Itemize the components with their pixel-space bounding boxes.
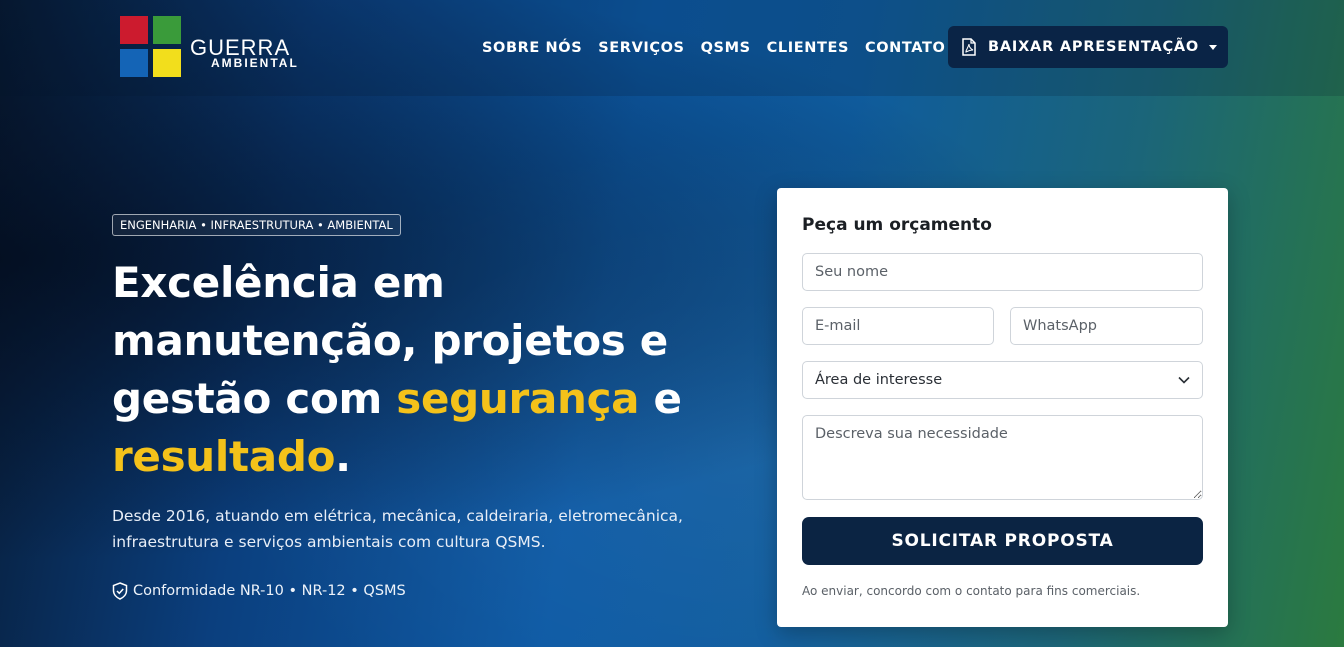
- nav-link-contato[interactable]: CONTATO: [865, 38, 945, 58]
- interest-area-select[interactable]: Área de interesse: [802, 361, 1203, 399]
- interest-area-selected: Área de interesse: [815, 372, 943, 388]
- logo-squares-icon: [119, 15, 182, 78]
- download-presentation-button[interactable]: BAIXAR APRESENTAÇÃO: [948, 26, 1228, 68]
- site-header: GUERRA AMBIENTAL SOBRE NÓS SERVIÇOS QSMS…: [0, 0, 1344, 96]
- request-proposal-button[interactable]: SOLICITAR PROPOSTA: [802, 517, 1203, 565]
- quote-form-card: Peça um orçamento Área de interesse SOLI…: [777, 188, 1228, 627]
- form-title: Peça um orçamento: [802, 215, 992, 235]
- headline-highlight-seguranca: segurança: [396, 374, 640, 423]
- need-description-textarea[interactable]: [802, 415, 1203, 500]
- hero-headline: Excelência em manutenção, projetos e ges…: [112, 254, 752, 486]
- email-input[interactable]: [802, 307, 994, 345]
- compliance-line: Conformidade NR-10 • NR-12 • QSMS: [112, 580, 406, 602]
- shield-check-icon: [112, 582, 128, 600]
- download-presentation-label: BAIXAR APRESENTAÇÃO: [988, 39, 1200, 55]
- nav-link-sobre-nos[interactable]: SOBRE NÓS: [482, 38, 582, 58]
- nav-link-clientes[interactable]: CLIENTES: [767, 38, 849, 58]
- chevron-down-icon: [1209, 44, 1218, 50]
- consent-note: Ao enviar, concordo com o contato para f…: [802, 584, 1141, 598]
- brand-logo[interactable]: GUERRA AMBIENTAL: [119, 15, 309, 79]
- whatsapp-input[interactable]: [1010, 307, 1203, 345]
- main-nav: SOBRE NÓS SERVIÇOS QSMS CLIENTES CONTATO: [482, 38, 945, 58]
- pdf-file-icon: [962, 38, 976, 56]
- logo-green-square: [153, 16, 181, 44]
- nav-link-qsms[interactable]: QSMS: [701, 38, 751, 58]
- compliance-text: Conformidade NR-10 • NR-12 • QSMS: [133, 583, 406, 599]
- name-input[interactable]: [802, 253, 1203, 291]
- headline-highlight-resultado: resultado: [112, 432, 336, 481]
- logo-yellow-square: [153, 49, 181, 77]
- headline-period: .: [335, 432, 351, 481]
- logo-red-square: [120, 16, 148, 44]
- chevron-down-icon: [1178, 376, 1190, 384]
- logo-blue-square: [120, 49, 148, 77]
- hero-tagline-badge: ENGENHARIA • INFRAESTRUTURA • AMBIENTAL: [112, 214, 401, 236]
- headline-text-2: e: [639, 374, 682, 423]
- nav-link-servicos[interactable]: SERVIÇOS: [598, 38, 684, 58]
- hero-subtitle: Desde 2016, atuando em elétrica, mecânic…: [112, 507, 683, 551]
- logo-name-line2: AMBIENTAL: [211, 56, 299, 70]
